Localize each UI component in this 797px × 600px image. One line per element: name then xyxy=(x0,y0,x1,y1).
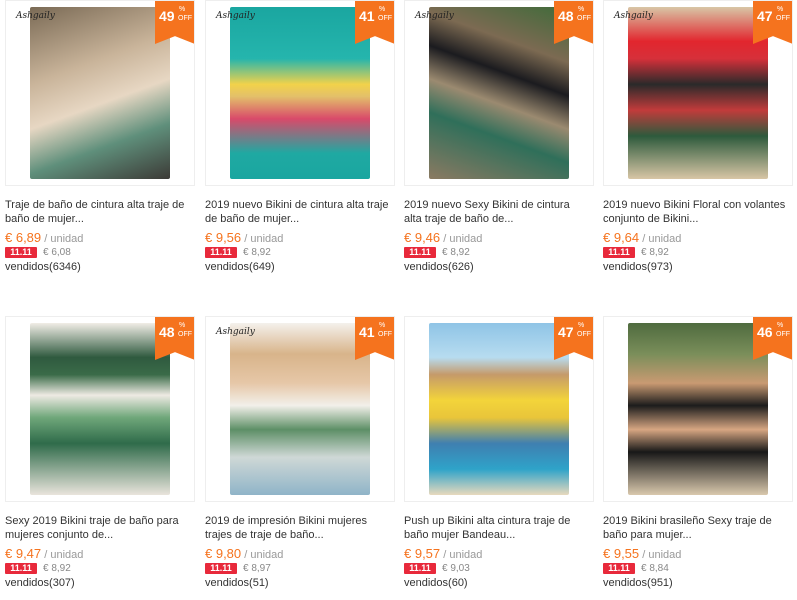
product-title[interactable]: Push up Bikini alta cintura traje de bañ… xyxy=(404,514,589,542)
promo-tag: 11.11 xyxy=(205,562,237,574)
price-row: € 9,57 / unidad xyxy=(404,546,594,561)
promo-price: € 8,92 xyxy=(442,246,470,258)
brand-watermark: Ashgaily xyxy=(16,11,55,21)
product-image[interactable]: Ashgaily 48 % OFF xyxy=(404,0,594,186)
unit-label: / unidad xyxy=(443,549,483,561)
discount-badge: 46 % OFF xyxy=(753,317,792,360)
product-title[interactable]: Traje de baño de cintura alta traje de b… xyxy=(5,198,190,226)
sold-count: vendidos(649) xyxy=(205,261,275,273)
unit-label: / unidad xyxy=(44,233,84,245)
promo-row: 11.11 € 8,92 xyxy=(404,245,594,259)
product-card[interactable]: Ashgaily 41 % OFF 2019 de impresión Biki… xyxy=(205,316,395,589)
promo-tag: 11.11 xyxy=(404,246,436,258)
promo-price: € 8,84 xyxy=(641,562,669,574)
price: € 9,56 xyxy=(205,230,242,245)
brand-watermark: Ashgaily xyxy=(415,11,454,21)
brand-watermark: Ashgaily xyxy=(216,327,255,337)
promo-row: 11.11 € 8,97 xyxy=(205,561,395,575)
unit-label: / unidad xyxy=(642,233,682,245)
product-title[interactable]: 2019 nuevo Sexy Bikini de cintura alta t… xyxy=(404,198,589,226)
promo-row: 11.11 € 8,92 xyxy=(205,245,395,259)
product-card[interactable]: Ashgaily 49 % OFF Traje de baño de cintu… xyxy=(5,0,195,273)
product-card[interactable]: 48 % OFF Sexy 2019 Bikini traje de baño … xyxy=(5,316,195,589)
product-title[interactable]: 2019 nuevo Bikini de cintura alta traje … xyxy=(205,198,390,226)
discount-badge: 48 % OFF xyxy=(155,317,194,360)
promo-tag: 11.11 xyxy=(603,246,635,258)
promo-row: 11.11 € 9,03 xyxy=(404,561,594,575)
promo-tag: 11.11 xyxy=(404,562,436,574)
discount-badge: 49 % OFF xyxy=(155,1,194,44)
promo-price: € 8,97 xyxy=(243,562,271,574)
unit-label: / unidad xyxy=(244,549,284,561)
unit-label: / unidad xyxy=(443,233,483,245)
product-card[interactable]: Ashgaily 41 % OFF 2019 nuevo Bikini de c… xyxy=(205,0,395,273)
discount-badge: 41 % OFF xyxy=(355,317,394,360)
promo-price: € 8,92 xyxy=(243,246,271,258)
discount-badge: 48 % OFF xyxy=(554,1,593,44)
promo-tag: 11.11 xyxy=(205,246,237,258)
product-image[interactable]: Ashgaily 41 % OFF xyxy=(205,316,395,502)
product-grid: Ashgaily 49 % OFF Traje de baño de cintu… xyxy=(0,0,797,600)
unit-label: / unidad xyxy=(44,549,84,561)
price: € 9,57 xyxy=(404,546,441,561)
promo-tag: 11.11 xyxy=(5,562,37,574)
product-card[interactable]: 47 % OFF Push up Bikini alta cintura tra… xyxy=(404,316,594,589)
sold-count: vendidos(51) xyxy=(205,577,269,589)
product-image[interactable]: Ashgaily 49 % OFF xyxy=(5,0,195,186)
price-row: € 9,64 / unidad xyxy=(603,230,793,245)
promo-row: 11.11 € 8,84 xyxy=(603,561,793,575)
product-title[interactable]: 2019 de impresión Bikini mujeres trajes … xyxy=(205,514,390,542)
product-card[interactable]: 46 % OFF 2019 Bikini brasileño Sexy traj… xyxy=(603,316,793,589)
price-row: € 9,46 / unidad xyxy=(404,230,594,245)
promo-tag: 11.11 xyxy=(603,562,635,574)
price: € 9,47 xyxy=(5,546,42,561)
product-title[interactable]: Sexy 2019 Bikini traje de baño para muje… xyxy=(5,514,190,542)
promo-price: € 8,92 xyxy=(641,246,669,258)
product-image[interactable]: Ashgaily 47 % OFF xyxy=(603,0,793,186)
product-title[interactable]: 2019 nuevo Bikini Floral con volantes co… xyxy=(603,198,788,226)
promo-row: 11.11 € 6,08 xyxy=(5,245,195,259)
promo-tag: 11.11 xyxy=(5,246,37,258)
promo-row: 11.11 € 8,92 xyxy=(5,561,195,575)
price: € 9,80 xyxy=(205,546,242,561)
sold-count: vendidos(626) xyxy=(404,261,474,273)
promo-row: 11.11 € 8,92 xyxy=(603,245,793,259)
product-image[interactable]: 47 % OFF xyxy=(404,316,594,502)
price: € 9,46 xyxy=(404,230,441,245)
promo-price: € 8,92 xyxy=(43,562,71,574)
product-card[interactable]: Ashgaily 47 % OFF 2019 nuevo Bikini Flor… xyxy=(603,0,793,273)
promo-price: € 6,08 xyxy=(43,246,71,258)
price-row: € 6,89 / unidad xyxy=(5,230,195,245)
price-row: € 9,80 / unidad xyxy=(205,546,395,561)
price: € 9,55 xyxy=(603,546,640,561)
product-image[interactable]: 46 % OFF xyxy=(603,316,793,502)
price-row: € 9,56 / unidad xyxy=(205,230,395,245)
sold-count: vendidos(973) xyxy=(603,261,673,273)
brand-watermark: Ashgaily xyxy=(614,11,653,21)
price-row: € 9,47 / unidad xyxy=(5,546,195,561)
unit-label: / unidad xyxy=(244,233,284,245)
price: € 9,64 xyxy=(603,230,640,245)
sold-count: vendidos(60) xyxy=(404,577,468,589)
sold-count: vendidos(307) xyxy=(5,577,75,589)
product-card[interactable]: Ashgaily 48 % OFF 2019 nuevo Sexy Bikini… xyxy=(404,0,594,273)
product-image[interactable]: Ashgaily 41 % OFF xyxy=(205,0,395,186)
product-image[interactable]: 48 % OFF xyxy=(5,316,195,502)
promo-price: € 9,03 xyxy=(442,562,470,574)
sold-count: vendidos(951) xyxy=(603,577,673,589)
price-row: € 9,55 / unidad xyxy=(603,546,793,561)
product-title[interactable]: 2019 Bikini brasileño Sexy traje de baño… xyxy=(603,514,788,542)
discount-badge: 47 % OFF xyxy=(554,317,593,360)
discount-badge: 41 % OFF xyxy=(355,1,394,44)
unit-label: / unidad xyxy=(642,549,682,561)
discount-badge: 47 % OFF xyxy=(753,1,792,44)
sold-count: vendidos(6346) xyxy=(5,261,81,273)
price: € 6,89 xyxy=(5,230,42,245)
brand-watermark: Ashgaily xyxy=(216,11,255,21)
